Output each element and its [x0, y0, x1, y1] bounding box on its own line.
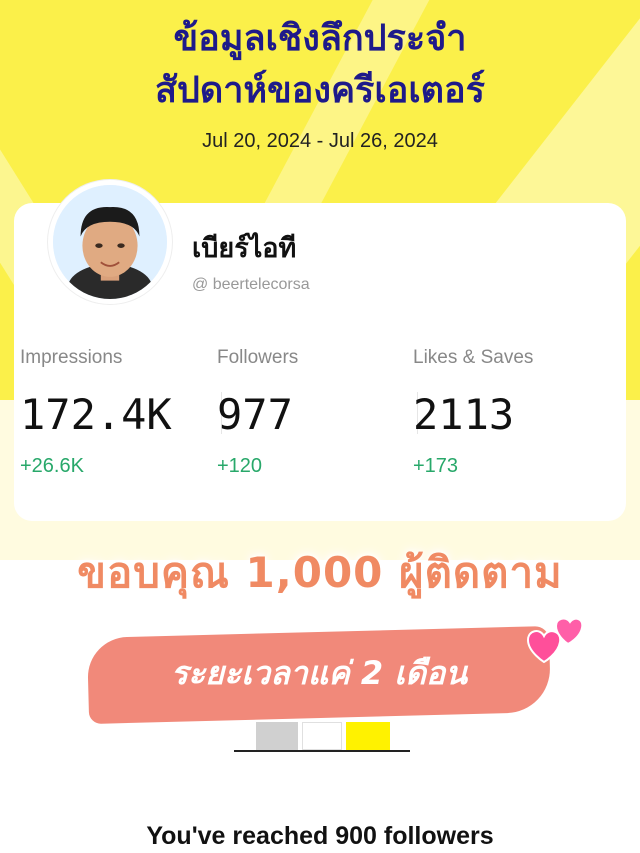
- stat-value: 977: [217, 390, 293, 439]
- stat-value: 172.4K: [20, 390, 172, 439]
- milestone-bar-current: [346, 722, 390, 750]
- page-title-line-1: ข้อมูลเชิงลึกประจำ: [173, 18, 467, 59]
- stat-label: Impressions: [20, 347, 123, 368]
- milestone-bar: [256, 722, 298, 750]
- stat-delta: +120: [217, 455, 263, 477]
- stat-delta: +26.6K: [20, 455, 84, 477]
- avatar[interactable]: [48, 180, 172, 304]
- milestone-baseline: [234, 750, 410, 752]
- stat-value: 2113: [413, 390, 515, 439]
- avatar-photo-icon: [53, 185, 167, 299]
- milestone-bars: [234, 722, 410, 752]
- profile-name: เบียร์ไอที: [192, 233, 297, 264]
- profile-handle: @ beertelecorsa: [192, 276, 310, 293]
- milestone-bar: [302, 722, 342, 750]
- stat-label: Likes & Saves: [413, 347, 534, 368]
- duration-text: ระยะเวลาแค่ 2 เดือน: [170, 654, 468, 692]
- date-range: Jul 20, 2024 - Jul 26, 2024: [202, 130, 438, 152]
- stat-delta: +173: [413, 455, 459, 477]
- thanks-overlay-text: ขอบคุณ 1,000 ผู้ติดตาม: [77, 548, 563, 597]
- stat-label: Followers: [217, 347, 299, 368]
- hearts-icon: [526, 617, 582, 664]
- page-title-line-2: สัปดาห์ของครีเอเตอร์: [155, 70, 485, 111]
- milestone-text: You've reached 900 followers: [146, 822, 494, 850]
